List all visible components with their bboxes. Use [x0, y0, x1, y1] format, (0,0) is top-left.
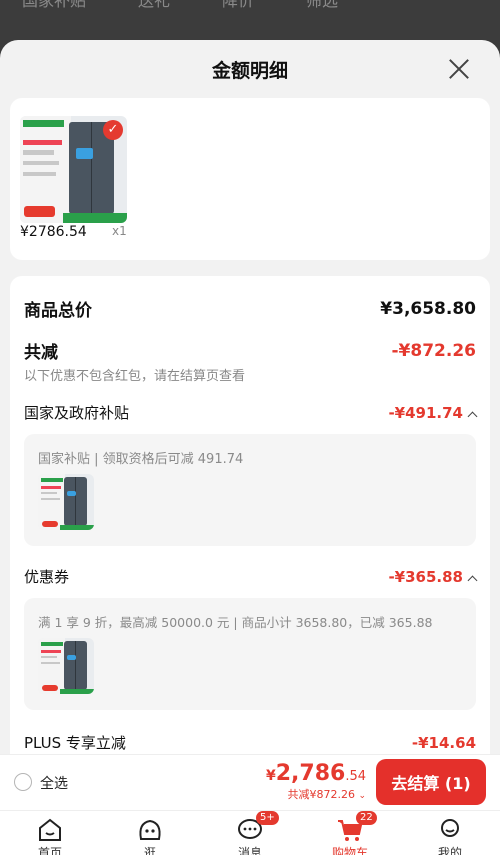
discount-value: -¥872.26 — [391, 340, 477, 361]
home-icon — [36, 817, 64, 843]
subsidy-detail-text: 国家补贴 | 领取资格后可减 491.74 — [38, 452, 244, 467]
bg-tab-subsidy: 国家补贴 — [22, 0, 87, 10]
chat-icon: 5+ — [236, 811, 279, 843]
tab-browse-label: 逛 — [143, 846, 156, 855]
amount-detail-sheet: 金额明细 ✓ ¥2786.54 x1 商品总价 ¥3,658.80 共减 -¥8… — [0, 40, 500, 855]
product-card: ✓ ¥2786.54 x1 — [10, 98, 490, 260]
subsidy-value: -¥491.74 — [388, 404, 463, 422]
bottom-tab-bar: 首页 逛 5+ 消息 22 购物车 我的 — [0, 810, 500, 855]
tab-browse[interactable]: 逛 — [120, 817, 180, 855]
coupon-detail-text: 满 1 享 9 折，最高减 50000.0 元 | 商品小计 3658.80，已… — [38, 615, 433, 630]
user-icon — [436, 817, 464, 843]
discount-note: 以下优惠不包含红包，请在结算页查看 — [24, 369, 246, 384]
plus-row[interactable]: PLUS 专享立减 -¥14.64 — [24, 732, 476, 753]
messages-badge: 5+ — [256, 811, 279, 825]
coupon-product-thumbnail — [38, 638, 94, 694]
tab-home[interactable]: 首页 — [20, 817, 80, 855]
tab-profile-label: 我的 — [437, 846, 462, 855]
select-all-radio[interactable] — [14, 773, 32, 791]
cart-icon: 22 — [336, 811, 377, 843]
coupon-label: 优惠券 — [24, 568, 70, 586]
saved-amount: 共减¥872.26 — [287, 788, 355, 801]
product-quantity: x1 — [112, 224, 127, 238]
total-integer: 2,786 — [275, 761, 346, 786]
subsidy-row[interactable]: 国家及政府补贴 -¥491.74 — [24, 402, 478, 423]
chevron-up-icon — [467, 411, 478, 422]
tab-cart-label: 购物车 — [331, 846, 368, 855]
select-all-label[interactable]: 全选 — [40, 773, 68, 793]
bg-tab-gift: 送礼 — [138, 0, 171, 10]
coupon-row[interactable]: 优惠券 -¥365.88 — [24, 566, 478, 587]
subsidy-product-thumbnail — [38, 474, 94, 530]
plus-value: -¥14.64 — [411, 733, 476, 752]
tab-home-label: 首页 — [37, 846, 62, 855]
tab-cart[interactable]: 22 购物车 — [320, 811, 380, 855]
tab-profile[interactable]: 我的 — [420, 817, 480, 855]
chevron-up-icon — [467, 575, 478, 586]
background-filter-bar: 国家补贴 送礼 降价 筛选 — [0, 0, 500, 40]
bg-tab-price-drop: 降价 — [222, 0, 255, 10]
close-icon[interactable] — [448, 58, 470, 80]
currency-symbol: ¥ — [265, 768, 276, 784]
product-price: ¥2786.54 — [20, 224, 87, 240]
chevron-down-icon: ⌄ — [358, 791, 366, 801]
tab-messages-label: 消息 — [237, 846, 262, 855]
checkout-button[interactable]: 去结算 (1) — [376, 759, 486, 805]
sheet-title: 金额明细 — [211, 60, 288, 82]
price-breakdown-card: 商品总价 ¥3,658.80 共减 -¥872.26 以下优惠不包含红包，请在结… — [10, 276, 490, 816]
checkout-total: ¥2,786.54 共减¥872.26 ⌄ — [266, 761, 366, 802]
total-decimal: .54 — [345, 769, 366, 784]
coupon-value: -¥365.88 — [388, 568, 463, 586]
coupon-detail-box: 满 1 享 9 折，最高减 50000.0 元 | 商品小计 3658.80，已… — [24, 598, 476, 710]
discount-label: 共减 — [24, 343, 58, 363]
plus-label: PLUS 专享立减 — [24, 734, 126, 752]
subsidy-label: 国家及政府补贴 — [24, 404, 130, 422]
bg-tab-filter: 筛选 — [306, 0, 339, 10]
subsidy-detail-box: 国家补贴 | 领取资格后可减 491.74 — [24, 434, 476, 546]
total-price-value: ¥3,658.80 — [380, 298, 476, 319]
total-price-label: 商品总价 — [24, 301, 92, 321]
face-icon — [136, 817, 164, 843]
checkout-saved[interactable]: 共减¥872.26 ⌄ — [266, 786, 366, 802]
checkout-bar: 全选 ¥2,786.54 共减¥872.26 ⌄ 去结算 (1) — [0, 754, 500, 810]
cart-badge: 22 — [356, 811, 377, 825]
tab-messages[interactable]: 5+ 消息 — [220, 811, 280, 855]
product-thumbnail[interactable]: ✓ — [20, 116, 127, 223]
check-icon: ✓ — [103, 120, 123, 140]
